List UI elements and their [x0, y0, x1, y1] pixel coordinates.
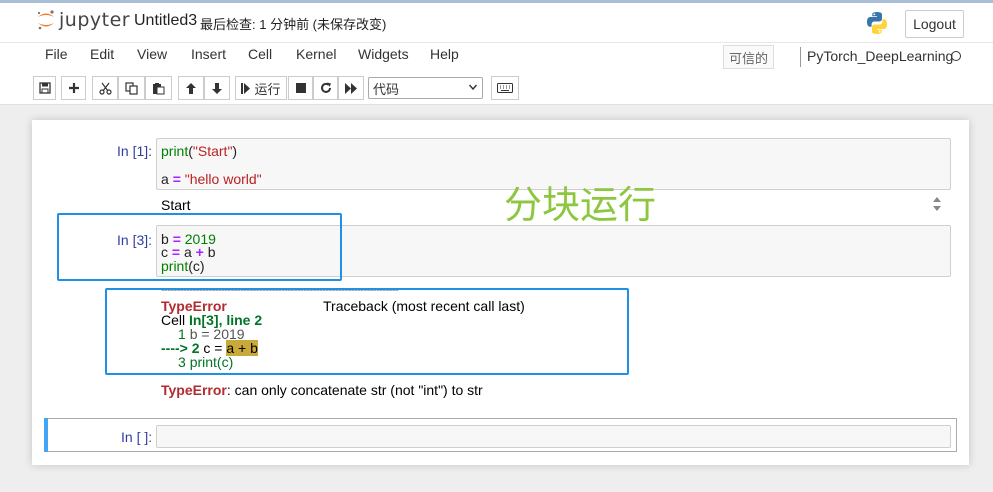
move-down-button[interactable] — [204, 76, 230, 100]
cell3-input[interactable] — [156, 425, 951, 448]
keyboard-icon — [497, 83, 513, 93]
cell3-selection-bar — [44, 418, 48, 452]
checkpoint-status: 最后检查: 1 分钟前 (未保存改变) — [200, 17, 387, 32]
arrow-down-icon — [212, 82, 222, 94]
toolbar: 运行 代码 — [0, 72, 993, 105]
scissors-icon — [98, 82, 112, 95]
paste-icon — [153, 82, 165, 94]
plus-icon — [68, 83, 79, 93]
error-message: TypeError: can only concatenate str (not… — [161, 382, 483, 398]
menu-insert[interactable]: Insert — [191, 46, 226, 62]
menubar: File Edit View Insert Cell Kernel Widget… — [0, 42, 993, 73]
paste-button[interactable] — [145, 76, 172, 100]
arrow-up-icon — [186, 82, 196, 94]
header: jupyter Untitled3 最后检查: 1 分钟前 (未保存改变) Lo… — [0, 3, 993, 42]
run-label: 运行 — [254, 81, 281, 97]
kernel-separator — [800, 47, 801, 67]
stop-icon — [295, 83, 306, 93]
save-icon — [38, 82, 51, 94]
annotation-label: 分块运行 — [504, 183, 657, 227]
command-palette-button[interactable] — [491, 76, 519, 100]
trusted-badge[interactable]: 可信的 — [723, 45, 774, 69]
cell-type-value: 代码 — [373, 81, 400, 97]
cell-type-select[interactable]: 代码 — [368, 77, 483, 99]
save-button[interactable] — [33, 76, 56, 100]
notebook-name[interactable]: Untitled3 — [134, 12, 197, 30]
interrupt-button[interactable] — [288, 76, 313, 100]
run-button[interactable]: 运行 — [235, 76, 287, 100]
step-forward-icon — [241, 82, 251, 94]
cell1-line2: a = "hello world" — [161, 171, 262, 187]
cell1-line1: print("Start") — [161, 143, 238, 159]
cell1-output: Start — [161, 197, 191, 213]
restart-button[interactable] — [313, 76, 338, 100]
menu-kernel[interactable]: Kernel — [296, 46, 336, 62]
logout-button[interactable]: Logout — [905, 10, 964, 38]
kernel-status-icon — [951, 51, 961, 61]
jupyter-logo-icon — [36, 9, 56, 31]
cell3-prompt: In [ ]: — [121, 429, 153, 445]
copy-icon — [125, 81, 138, 95]
cell1-prompt: In [1]: — [117, 143, 153, 159]
cut-button[interactable] — [92, 76, 118, 100]
restart-run-all-button[interactable] — [338, 76, 364, 100]
fast-forward-icon — [344, 82, 357, 94]
menu-cell[interactable]: Cell — [248, 46, 272, 62]
output-scroll-toggle-icon[interactable] — [930, 195, 944, 213]
code-highlight-box — [57, 213, 342, 281]
menu-help[interactable]: Help — [430, 46, 459, 62]
logo-text: jupyter — [59, 9, 131, 31]
traceback-highlight-box — [105, 288, 629, 375]
insert-cell-button[interactable] — [61, 76, 86, 100]
chevron-down-icon — [469, 84, 477, 91]
python-icon — [865, 11, 889, 35]
jupyter-logo[interactable]: jupyter — [36, 9, 130, 31]
menu-edit[interactable]: Edit — [90, 46, 114, 62]
move-up-button[interactable] — [178, 76, 204, 100]
kernel-name[interactable]: PyTorch_DeepLearning — [807, 48, 953, 64]
menu-view[interactable]: View — [137, 46, 167, 62]
copy-button[interactable] — [118, 76, 145, 100]
menu-widgets[interactable]: Widgets — [358, 46, 409, 62]
refresh-icon — [320, 82, 331, 93]
menu-file[interactable]: File — [45, 46, 68, 62]
